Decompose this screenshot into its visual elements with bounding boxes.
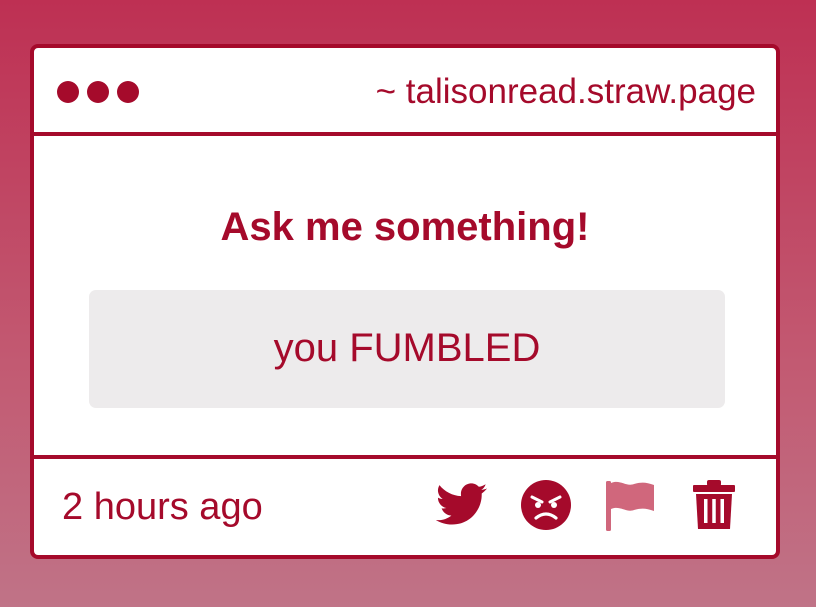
answer-box: you FUMBLED (89, 290, 725, 408)
twitter-icon (436, 483, 488, 525)
trash-icon (693, 480, 735, 529)
action-bar (436, 479, 740, 531)
twitter-share-button[interactable] (436, 479, 488, 531)
window-dot[interactable] (87, 81, 109, 103)
page-url[interactable]: ~ talisonread.straw.page (376, 70, 756, 114)
delete-button[interactable] (688, 479, 740, 531)
flag-icon (606, 481, 654, 531)
angry-face-icon (521, 480, 571, 530)
message-card: ~ talisonread.straw.page Ask me somethin… (30, 44, 780, 559)
answer-text: you FUMBLED (273, 326, 541, 370)
window-controls (57, 81, 139, 103)
report-button[interactable] (604, 479, 656, 531)
timestamp: 2 hours ago (62, 486, 263, 528)
window-dot[interactable] (117, 81, 139, 103)
page-title: Ask me something! (220, 205, 590, 249)
window-dot[interactable] (57, 81, 79, 103)
react-angry-button[interactable] (520, 479, 572, 531)
card-footer: 2 hours ago (34, 455, 776, 555)
card-content: Ask me something! you FUMBLED (34, 136, 776, 463)
window-titlebar: ~ talisonread.straw.page (34, 48, 776, 136)
